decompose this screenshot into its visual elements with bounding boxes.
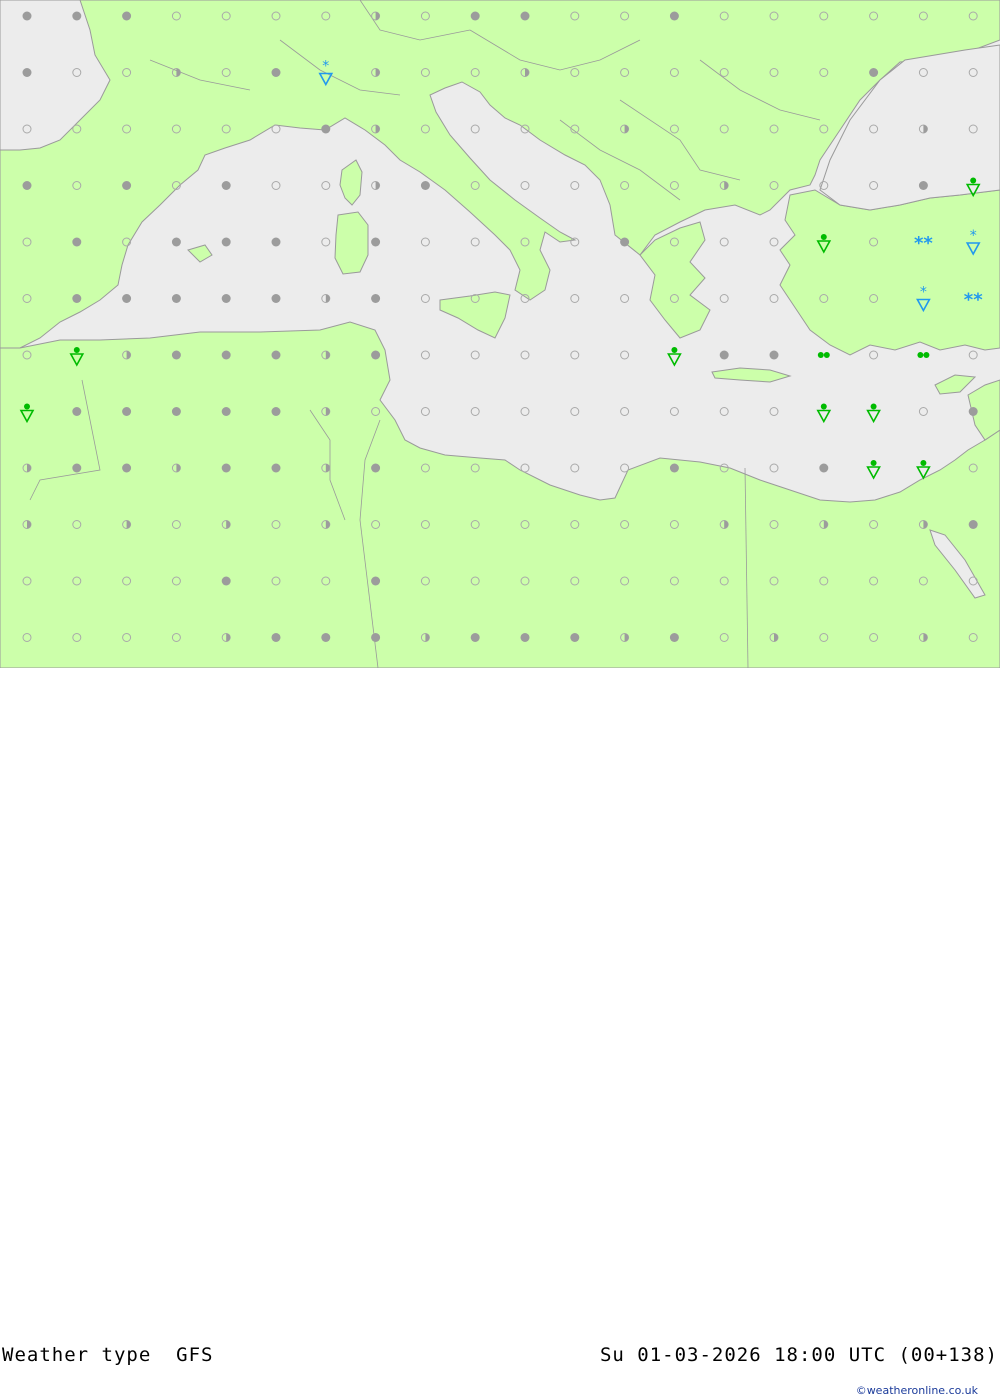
- snow-asterisks-icon: **: [964, 290, 983, 311]
- map-datetime: Su 01-03-2026 18:00 UTC (00+138): [599, 1344, 998, 1366]
- overcast-circle-icon: [221, 181, 231, 190]
- overcast-circle-icon: [371, 237, 381, 247]
- overcast-circle-icon: [520, 11, 530, 21]
- svg-text:*: *: [322, 59, 329, 75]
- overcast-circle-icon: [271, 633, 281, 642]
- overcast-circle-icon: [122, 407, 132, 416]
- overcast-circle-icon: [221, 294, 231, 303]
- overcast-circle-icon: [719, 350, 729, 360]
- map-title: Weather type GFS: [2, 1344, 214, 1366]
- map-footer: Weather type GFS Su 01-03-2026 18:00 UTC…: [0, 668, 1000, 1397]
- overcast-circle-icon: [669, 463, 679, 473]
- overcast-circle-icon: [221, 407, 231, 416]
- overcast-circle-icon: [271, 237, 281, 247]
- overcast-circle-icon: [122, 11, 132, 21]
- overcast-circle-icon: [72, 463, 82, 473]
- overcast-circle-icon: [271, 407, 281, 416]
- weather-map: * ** * * **: [0, 0, 1000, 669]
- overcast-circle-icon: [122, 463, 132, 473]
- overcast-circle-icon: [371, 294, 381, 303]
- overcast-circle-icon: [470, 633, 480, 642]
- overcast-circle-icon: [819, 463, 829, 473]
- overcast-circle-icon: [769, 350, 779, 360]
- overcast-circle-icon: [371, 463, 381, 473]
- overcast-circle-icon: [620, 237, 630, 247]
- overcast-circle-icon: [321, 124, 331, 134]
- overcast-circle-icon: [271, 68, 281, 77]
- overcast-circle-icon: [371, 350, 381, 360]
- overcast-circle-icon: [72, 237, 82, 247]
- overcast-circle-icon: [271, 350, 281, 360]
- overcast-circle-icon: [72, 11, 82, 21]
- overcast-circle-icon: [271, 463, 281, 473]
- overcast-circle-icon: [271, 294, 281, 303]
- overcast-circle-icon: [371, 633, 381, 642]
- land-sardinia: [334, 211, 369, 275]
- land-anatolia: [779, 189, 1000, 356]
- svg-text:*: *: [920, 285, 927, 301]
- overcast-circle-icon: [420, 181, 430, 190]
- overcast-circle-icon: [669, 633, 679, 642]
- overcast-circle-icon: [122, 294, 132, 303]
- overcast-circle-icon: [570, 633, 580, 642]
- overcast-circle-icon: [22, 68, 32, 77]
- snow-asterisks-icon: **: [914, 233, 933, 254]
- overcast-circle-icon: [72, 294, 82, 303]
- overcast-circle-icon: [918, 181, 928, 190]
- overcast-circle-icon: [171, 350, 181, 360]
- overcast-circle-icon: [520, 633, 530, 642]
- overcast-circle-icon: [470, 11, 480, 21]
- overcast-circle-icon: [221, 350, 231, 360]
- svg-text:*: *: [970, 228, 977, 244]
- overcast-circle-icon: [22, 11, 32, 21]
- overcast-circle-icon: [171, 407, 181, 416]
- overcast-circle-icon: [221, 463, 231, 473]
- overcast-circle-icon: [171, 294, 181, 303]
- overcast-circle-icon: [171, 237, 181, 247]
- overcast-circle-icon: [371, 576, 381, 586]
- credit-link[interactable]: ©weatheronline.co.uk: [856, 1384, 978, 1397]
- overcast-circle-icon: [968, 520, 978, 529]
- overcast-circle-icon: [968, 407, 978, 416]
- overcast-circle-icon: [72, 407, 82, 416]
- overcast-circle-icon: [669, 11, 679, 21]
- overcast-circle-icon: [321, 633, 331, 642]
- overcast-circle-icon: [221, 237, 231, 247]
- overcast-circle-icon: [869, 68, 879, 77]
- overcast-circle-icon: [122, 181, 132, 190]
- overcast-circle-icon: [221, 576, 231, 586]
- overcast-circle-icon: [22, 181, 32, 190]
